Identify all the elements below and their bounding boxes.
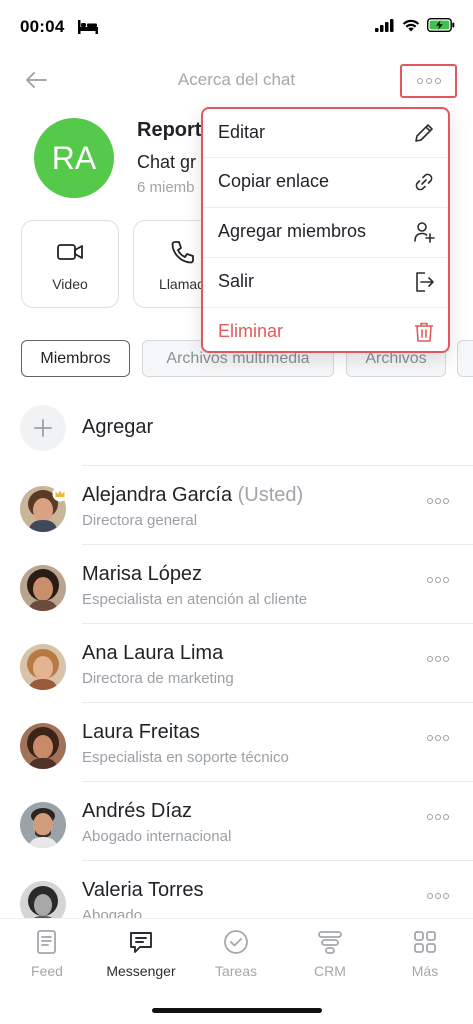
tasks-icon	[223, 929, 249, 955]
avatar	[20, 723, 66, 769]
avatar	[20, 881, 66, 918]
nav-feed-label: Feed	[31, 963, 63, 979]
status-time: 00:04	[20, 17, 65, 36]
menu-item-copy-link[interactable]: Copiar enlace	[203, 158, 448, 208]
messenger-icon	[128, 929, 154, 955]
link-icon	[412, 170, 436, 194]
grid-icon	[412, 929, 438, 955]
chat-options-menu: Editar Copiar enlace Agregar miembros Sa…	[201, 107, 450, 353]
nav-messenger-label: Messenger	[106, 963, 176, 979]
status-bar: 00:04	[0, 0, 473, 56]
chat-avatar: RA	[34, 118, 114, 198]
battery-charging-icon	[427, 18, 455, 32]
divider	[82, 623, 473, 624]
avatar	[20, 644, 66, 690]
member-name: Andrés Díaz	[82, 800, 193, 822]
menu-item-edit[interactable]: Editar	[203, 109, 448, 159]
list-item[interactable]: Alejandra García (Usted) Directora gener…	[0, 482, 473, 560]
menu-label: Salir	[218, 271, 255, 291]
nav-more-label: Más	[411, 963, 439, 979]
more-dots-icon[interactable]	[427, 735, 449, 741]
avatar	[20, 802, 66, 848]
wifi-icon	[402, 19, 420, 32]
signal-icon	[375, 18, 395, 32]
menu-label: Agregar miembros	[218, 221, 367, 241]
header: Acerca del chat	[0, 56, 473, 104]
more-options-button[interactable]	[400, 64, 457, 98]
menu-item-delete[interactable]: Eliminar	[203, 308, 448, 351]
list-item[interactable]: Andrés Díaz Abogado internacional	[0, 798, 473, 876]
nav-messenger[interactable]: Messenger	[94, 927, 188, 983]
member-name: Ana Laura Lima	[82, 642, 224, 664]
member-name: Laura Freitas	[82, 721, 200, 743]
divider	[82, 544, 473, 545]
add-user-icon	[412, 220, 436, 244]
chat-type: Chat gr	[137, 152, 197, 172]
more-dots-icon[interactable]	[427, 814, 449, 820]
member-role: Directora de marketing	[82, 670, 234, 687]
video-call-button[interactable]: Video	[21, 220, 119, 308]
trash-icon	[412, 320, 436, 344]
member-role: Abogado internacional	[82, 828, 232, 845]
video-label: Video	[52, 276, 88, 292]
member-name: Marisa López	[82, 563, 203, 585]
menu-item-leave[interactable]: Salir	[203, 258, 448, 308]
more-dots-icon[interactable]	[427, 656, 449, 662]
nav-crm-label: CRM	[314, 963, 346, 979]
feed-icon	[34, 929, 60, 955]
member-role: Especialista en soporte técnico	[82, 749, 289, 766]
divider	[82, 781, 473, 782]
divider	[82, 702, 473, 703]
more-dots-icon	[416, 78, 441, 84]
menu-label: Editar	[218, 122, 266, 142]
logout-icon	[412, 270, 436, 294]
plus-icon	[20, 405, 66, 451]
nav-tasks-label: Tareas	[214, 963, 258, 979]
more-dots-icon[interactable]	[427, 577, 449, 583]
member-role: Especialista en atención al cliente	[82, 591, 308, 608]
more-dots-icon[interactable]	[427, 498, 449, 504]
pencil-icon	[412, 121, 436, 145]
nav-crm[interactable]: CRM	[283, 927, 377, 983]
menu-item-add-members[interactable]: Agregar miembros	[203, 208, 448, 258]
home-indicator	[152, 1008, 322, 1013]
add-member-label: Agregar	[82, 416, 154, 438]
tab-overflow[interactable]	[457, 340, 473, 377]
chat-name: Report	[137, 119, 202, 141]
more-dots-icon[interactable]	[427, 893, 449, 899]
nav-more[interactable]: Más	[378, 927, 472, 983]
sleep-mode-icon	[78, 20, 98, 34]
list-item[interactable]: Marisa López Especialista en atención al…	[0, 561, 473, 639]
menu-label: Eliminar	[218, 321, 284, 341]
avatar	[20, 565, 66, 611]
divider	[82, 860, 473, 861]
list-item[interactable]: Laura Freitas Especialista en soporte té…	[0, 719, 473, 797]
nav-tasks[interactable]: Tareas	[189, 927, 283, 983]
member-role: Directora general	[82, 512, 198, 529]
video-camera-icon	[56, 239, 84, 265]
member-role: Abogado	[82, 907, 143, 918]
crown-badge-icon	[52, 486, 68, 502]
list-item[interactable]: Ana Laura Lima Directora de marketing	[0, 640, 473, 718]
chat-members-count: 6 miemb	[137, 179, 195, 196]
phone-icon	[168, 239, 196, 265]
member-name: Valeria Torres	[82, 879, 204, 901]
add-member-row[interactable]: Agregar	[0, 402, 473, 458]
member-name: Alejandra García (Usted)	[82, 484, 304, 506]
list-item[interactable]: Valeria Torres Abogado	[0, 877, 473, 918]
divider	[82, 465, 473, 466]
nav-feed[interactable]: Feed	[0, 927, 94, 983]
menu-label: Copiar enlace	[218, 171, 330, 191]
tab-members[interactable]: Miembros	[21, 340, 130, 377]
crm-icon	[317, 929, 343, 955]
